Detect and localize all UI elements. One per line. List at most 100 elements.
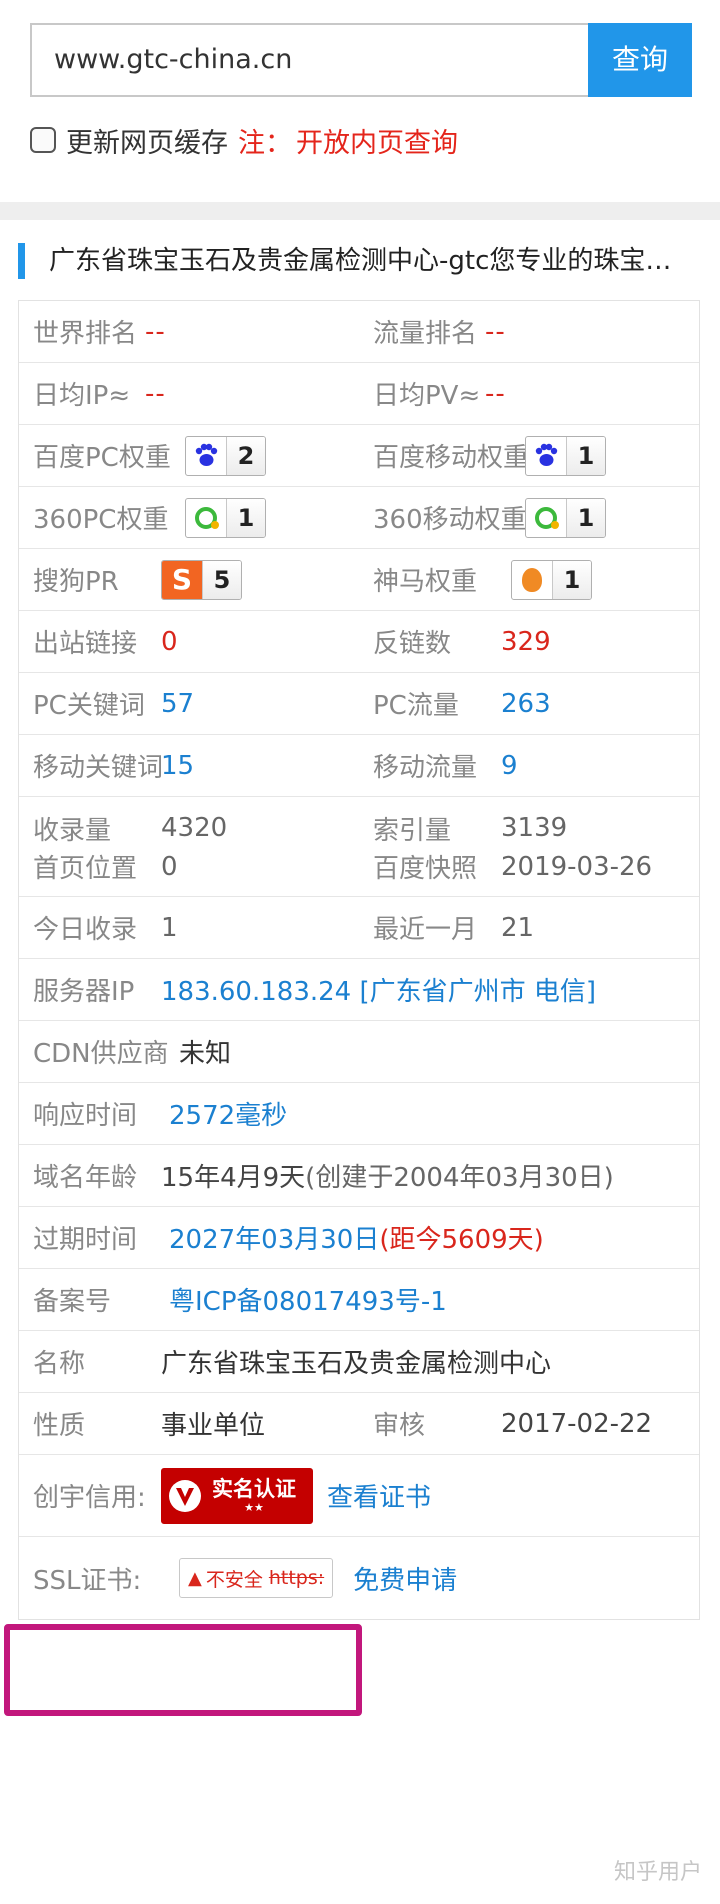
baidu-pc-weight-label: 百度PC权重	[33, 443, 171, 473]
expire-remaining-value: (距今5609天)	[379, 1225, 544, 1255]
nature-label: 性质	[33, 1411, 86, 1441]
view-certificate-link[interactable]: 查看证书	[327, 1477, 431, 1514]
warning-icon: ▲	[188, 1567, 202, 1589]
table-row: 过期时间 2027年03月30日 (距今5609天)	[19, 1207, 699, 1269]
cdn-label: CDN供应商	[33, 1039, 169, 1069]
outbound-links-label: 出站链接	[33, 629, 138, 659]
site-title: 广东省珠宝玉石及贵金属检测中心-gtc您专业的珠宝…	[18, 243, 698, 279]
table-row: 日均IP≈ -- 日均PV≈ --	[19, 363, 699, 425]
shenma-weight-badge[interactable]: 1	[511, 559, 592, 600]
ssl-badge-https: https:	[268, 1567, 325, 1589]
index-count-value: 3139	[501, 813, 568, 843]
daily-pv-label: 日均PV≈	[373, 381, 481, 411]
table-row: 世界排名 -- 流量排名 --	[19, 301, 699, 363]
table-row: SSL证书: ▲ 不安全 https: 免费申请	[19, 1537, 699, 1619]
icp-label: 备案号	[33, 1287, 112, 1317]
ssl-badge-text: 不安全	[205, 1568, 263, 1591]
mobile-traffic-value[interactable]: 9	[501, 751, 518, 781]
mobile-traffic-label: 移动流量	[373, 753, 478, 783]
refresh-cache-checkbox[interactable]	[30, 127, 56, 153]
audit-label: 审核	[373, 1411, 426, 1441]
sogou-s-icon: S	[162, 560, 203, 599]
free-apply-link[interactable]: 免费申请	[353, 1560, 457, 1597]
today-indexed-label: 今日收录	[33, 915, 138, 945]
expire-value: 2027年03月30日	[169, 1225, 380, 1255]
note-label: 注：	[238, 127, 292, 159]
real-name-verified-stamp[interactable]: 实名认证 ★★	[161, 1467, 313, 1524]
search-area: www.gtc-china.cn 查询 更新网页缓存 注： 开放内页查询	[0, 0, 720, 202]
mobile-keywords-label: 移动关键词	[33, 753, 164, 783]
daily-ip-value: --	[145, 378, 166, 409]
daily-ip-label: 日均IP≈	[33, 381, 131, 411]
response-time-value: 2572毫秒	[169, 1101, 288, 1131]
highlight-box	[4, 1624, 362, 1716]
org-name-value: 广东省珠宝玉石及贵金属检测中心	[161, 1349, 552, 1379]
last-month-label: 最近一月	[373, 915, 478, 945]
response-time-label: 响应时间	[33, 1101, 138, 1131]
icp-value[interactable]: 粤ICP备08017493号-1	[169, 1281, 447, 1318]
table-row: 域名年龄 15年4月9天 (创建于2004年03月30日)	[19, 1145, 699, 1207]
table-row: 服务器IP 183.60.183.24 [广东省广州市 电信]	[19, 959, 699, 1021]
360-mobile-weight-badge[interactable]: 1	[525, 497, 606, 538]
traffic-rank-label: 流量排名	[373, 319, 478, 349]
last-month-value: 21	[501, 912, 535, 943]
baidu-paw-icon	[195, 443, 218, 466]
table-row: 出站链接 0 反链数 329	[19, 611, 699, 673]
table-row: 备案号 粤ICP备08017493号-1	[19, 1269, 699, 1331]
360-pc-weight-value: 1	[227, 498, 265, 537]
360-ring-icon	[195, 506, 219, 529]
backlinks-label: 反链数	[373, 629, 452, 659]
sogou-pr-value: 5	[203, 560, 241, 599]
sogou-pr-badge[interactable]: S 5	[161, 559, 242, 600]
pc-keywords-value[interactable]: 57	[161, 689, 194, 719]
index-count-label: 索引量	[373, 815, 452, 846]
table-row: CDN供应商 未知	[19, 1021, 699, 1083]
today-indexed-value: 1	[161, 912, 178, 943]
pc-traffic-label: PC流量	[373, 691, 459, 721]
domain-age-value: 15年4月9天	[161, 1163, 306, 1193]
table-row: 响应时间 2572毫秒	[19, 1083, 699, 1145]
table-row: 今日收录 1 最近一月 21	[19, 897, 699, 959]
sogou-pr-label: 搜狗PR	[33, 567, 119, 597]
expire-label: 过期时间	[33, 1225, 138, 1255]
360-mobile-weight-value: 1	[567, 498, 605, 537]
table-row: 360PC权重 1 360移动权重 1	[19, 487, 699, 549]
table-row: 收录量 4320 索引量 3139	[19, 797, 699, 847]
table-row: 百度PC权重 2 百度移动权重 1	[19, 425, 699, 487]
home-position-label: 首页位置	[33, 854, 138, 884]
ssl-insecure-badge[interactable]: ▲ 不安全 https:	[179, 1558, 334, 1598]
360-pc-weight-badge[interactable]: 1	[185, 497, 266, 538]
section-divider	[0, 202, 720, 220]
search-button[interactable]: 查询	[588, 23, 692, 97]
mobile-keywords-value[interactable]: 15	[161, 751, 194, 781]
traffic-rank-value: --	[485, 316, 506, 347]
nature-value: 事业单位	[161, 1411, 266, 1441]
baidu-mobile-weight-label: 百度移动权重	[373, 443, 530, 473]
outbound-links-value[interactable]: 0	[161, 627, 178, 657]
ssl-label: SSL证书:	[33, 1565, 142, 1596]
baidu-pc-weight-badge[interactable]: 2	[185, 435, 266, 476]
shenma-icon	[522, 567, 542, 592]
home-position-value: 0	[161, 851, 178, 882]
search-input[interactable]: www.gtc-china.cn	[30, 23, 590, 97]
domain-age-label: 域名年龄	[33, 1163, 138, 1193]
baidu-snapshot-label: 百度快照	[373, 854, 478, 884]
360-mobile-weight-label: 360移动权重	[373, 505, 527, 535]
table-row: 搜狗PR S 5 神马权重 1	[19, 549, 699, 611]
shenma-weight-value: 1	[553, 560, 591, 599]
baidu-snapshot-value: 2019-03-26	[501, 851, 653, 882]
indexed-value: 4320	[161, 813, 228, 843]
server-ip-value[interactable]: 183.60.183.24 [广东省广州市 电信]	[161, 971, 596, 1008]
pc-traffic-value[interactable]: 263	[501, 689, 551, 719]
baidu-mobile-weight-badge[interactable]: 1	[525, 435, 606, 476]
refresh-cache-row: 更新网页缓存 注： 开放内页查询	[30, 120, 458, 160]
360-ring-icon	[535, 506, 559, 529]
world-rank-value: --	[145, 316, 166, 347]
table-row: PC关键词 57 PC流量 263	[19, 673, 699, 735]
server-ip-label: 服务器IP	[33, 977, 135, 1007]
table-row: 移动关键词 15 移动流量 9	[19, 735, 699, 797]
backlinks-value[interactable]: 329	[501, 627, 551, 657]
note-text[interactable]: 开放内页查询	[296, 121, 458, 160]
domain-created-value: (创建于2004年03月30日)	[305, 1163, 614, 1193]
credit-label: 创宇信用:	[33, 1483, 146, 1513]
